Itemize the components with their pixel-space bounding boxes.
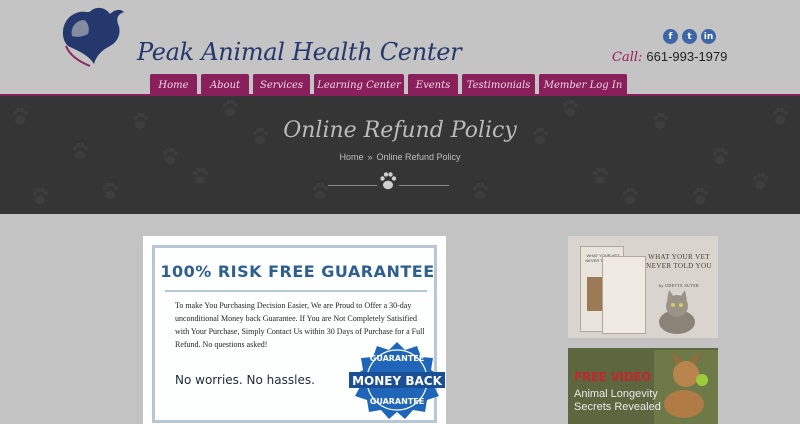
video-ad-label: FREE VIDEO — [574, 370, 652, 384]
nav-item-learning-center[interactable]: Learning Center — [314, 74, 404, 96]
logo-icon[interactable] — [58, 6, 132, 68]
video-ad-banner[interactable]: FREE VIDEO Animal Longevity Secrets Reve… — [568, 348, 718, 424]
phone-contact: Call: 661-993-1979 — [612, 49, 727, 65]
facebook-icon[interactable]: f — [663, 29, 678, 44]
phone-label: Call: — [612, 50, 643, 65]
book-ad-headline: WHAT YOUR VET NEVER TOLD YOU — [646, 253, 712, 270]
nav-item-member-login[interactable]: Member Log In — [539, 74, 627, 96]
linkedin-icon[interactable]: in — [701, 29, 716, 44]
nav-item-events[interactable]: Events — [408, 74, 458, 96]
nav-item-testimonials[interactable]: Testimonials — [462, 74, 535, 96]
dog-image — [654, 350, 718, 424]
paw-icon — [377, 170, 399, 192]
site-title[interactable]: Peak Animal Health Center — [137, 38, 462, 66]
nav-item-home[interactable]: Home — [150, 74, 197, 96]
guarantee-certificate: 100% RISK FREE GUARANTEE To make You Pur… — [143, 236, 446, 424]
cat-image — [659, 290, 695, 334]
video-ad-line2: Secrets Revealed — [574, 401, 661, 413]
book-stack-image — [602, 256, 646, 334]
main-nav: Home About Services Learning Center Even… — [0, 74, 800, 96]
seal-bottom-text: GUARANTEE — [370, 397, 424, 406]
nav-item-services[interactable]: Services — [253, 74, 310, 96]
social-links: f t in — [663, 29, 716, 44]
phone-number[interactable]: 661-993-1979 — [646, 49, 727, 64]
guarantee-tagline: No worries. No hassles. — [175, 373, 315, 387]
breadcrumb-separator: » — [367, 152, 373, 162]
seal-top-text: GUARANTEE — [370, 354, 424, 363]
twitter-icon[interactable]: t — [682, 29, 697, 44]
nav-item-about[interactable]: About — [201, 74, 249, 96]
book-ad-author: by ODETTE SUTER — [658, 283, 700, 288]
video-ad-line1: Animal Longevity — [574, 388, 658, 400]
certificate-rule — [165, 290, 427, 292]
money-back-seal-icon: GUARANTEE MONEY BACK GUARANTEE — [349, 342, 445, 419]
seal-mid-text: MONEY BACK — [352, 374, 442, 388]
page-banner: Online Refund Policy Home» Online Refund … — [0, 96, 800, 214]
breadcrumb-home-link[interactable]: Home — [339, 152, 363, 162]
breadcrumb: Home » Online Refund Policy — [0, 152, 800, 162]
breadcrumb-current: Online Refund Policy — [376, 152, 461, 162]
book-ad-banner[interactable]: WHAT YOUR VET NEVER TOLD YOU WHAT YOUR V… — [568, 236, 718, 338]
page-title: Online Refund Policy — [283, 118, 517, 143]
guarantee-title: 100% RISK FREE GUARANTEE — [160, 262, 435, 281]
